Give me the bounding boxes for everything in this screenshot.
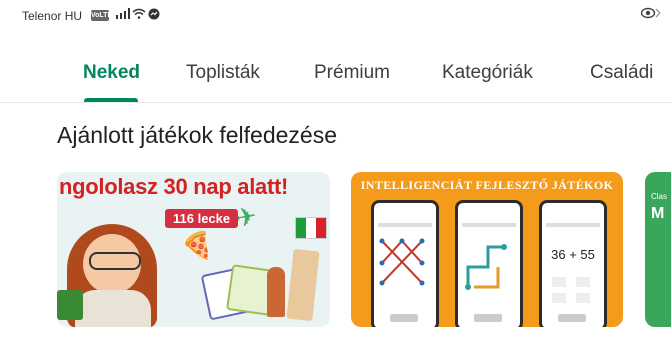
eye-icon [640,7,661,22]
card-small-label: Clas [651,192,668,201]
tab-csaladi[interactable]: Családi [590,62,653,84]
messenger-icon [148,8,160,23]
game-card-italian[interactable]: 🍕 ✈ ngololasz 30 nap alatt! 116 lecke [57,172,330,327]
glasses-icon [89,252,141,270]
volte-badge: VoLTE [91,10,113,21]
active-tab-indicator [84,98,138,102]
signal-icon [116,8,130,22]
phone-mockup [371,200,439,327]
teacher-body [75,290,151,327]
math-equation: 36 + 55 [551,247,595,262]
tab-toplistak[interactable]: Toplisták [186,62,260,84]
lesson-count-badge: 116 lecke [165,209,239,228]
phone-mockup [455,200,523,327]
tab-premium[interactable]: Prémium [314,62,390,84]
tab-kategoriak[interactable]: Kategóriák [442,62,533,84]
traveler-icon [267,267,285,317]
card-headline: INTELLIGENCIÁT FEJLESZTŐ JÁTÉKOK [360,178,614,192]
card-big-label: M [651,205,665,222]
tab-neked[interactable]: Neked [83,62,140,84]
phone-mockup: 36 + 55 [539,200,607,327]
category-tabs: Neked Toplisták Prémium Kategóriák Csalá… [0,40,671,103]
wifi-icon [132,8,146,22]
pizza-icon: 🍕 [181,230,214,260]
section-title: Ajánlott játékok felfedezése [57,122,338,148]
book-icon [57,290,83,320]
card-headline: ngololasz 30 nap alatt! [59,174,289,199]
game-card-partial[interactable]: Clas M [645,172,671,327]
game-card-brain[interactable]: INTELLIGENCIÁT FEJLESZTŐ JÁTÉKOK 36 + 55 [351,172,623,327]
italian-flag-icon [295,217,327,239]
status-bar: Telenor HU VoLTE [0,0,671,34]
leaning-tower-icon [286,248,320,322]
carrier-name: Telenor HU [22,9,83,23]
